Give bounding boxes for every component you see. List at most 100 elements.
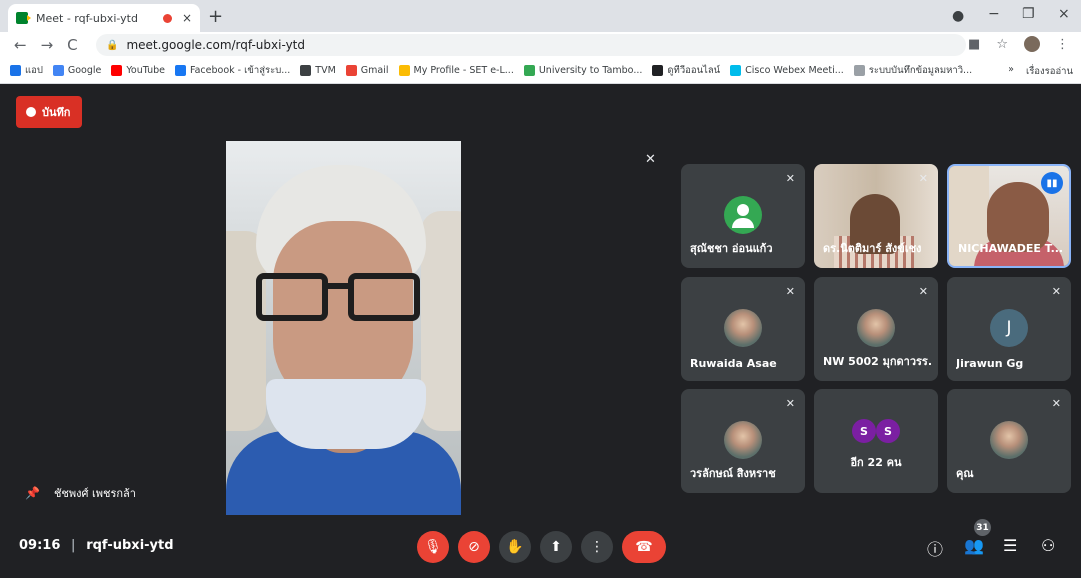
reading-list-button[interactable]: เรื่องรออ่าน (1026, 64, 1073, 79)
raise-hand-button[interactable]: ✋ (499, 531, 531, 563)
minimize-button[interactable]: − (988, 6, 1000, 22)
star-icon[interactable]: ☆ (996, 37, 1008, 52)
participant-avatar (857, 309, 895, 347)
leave-call-button[interactable]: ☎ (622, 531, 666, 563)
meeting-time: 09:16 (19, 538, 61, 553)
participant-tile[interactable]: S S อีก 22 คน (814, 389, 938, 493)
participant-tile[interactable]: คุณ ✕ (947, 389, 1071, 493)
hand-icon: ✋ (506, 539, 524, 555)
present-button[interactable]: ⬆ (540, 531, 572, 563)
pinned-name: ชัชพงศ์ เพชรกล้า (53, 487, 136, 500)
more-options-button[interactable]: ⋮ (581, 531, 613, 563)
mic-off-icon: ✕ (918, 285, 928, 298)
bookmarks-bar: แอป Google YouTube Facebook - เข้าสู่ระบ...… (0, 58, 1081, 84)
record-label: บันทึก (42, 106, 71, 119)
camera-toggle-button[interactable]: ⊘ (458, 531, 490, 563)
bookmark-icon (853, 65, 865, 76)
profile-avatar[interactable] (1024, 36, 1040, 52)
mic-off-icon: ✕ (1051, 285, 1061, 298)
meet-stage: บันทึก ✕ 📌 ชัชพงศ์ เพชรกล้า สุณัชชา อ่อน… (0, 84, 1081, 578)
participant-tile[interactable]: ดร.นิตติมาร์ สังข์เชง ✕ (814, 164, 938, 268)
more-participants-label: อีก 22 คน (850, 456, 902, 469)
restore-button[interactable]: ❐ (1022, 6, 1035, 22)
bookmark-item[interactable]: ระบบบันทึกข้อมูลมหาวิ... (853, 63, 973, 78)
new-tab-button[interactable]: + (208, 6, 223, 27)
participant-tile[interactable]: ▮▮ NICHAWADEE T... (947, 164, 1071, 268)
record-dot-icon (26, 107, 36, 117)
people-icon[interactable]: 👥 (964, 536, 984, 555)
bookmark-label: ดูทีวีออนไลน์ (667, 65, 721, 76)
activities-icon[interactable]: ⚇ (1041, 536, 1055, 555)
lock-icon: 🔒 (106, 39, 119, 51)
bookmark-item[interactable]: Google (52, 65, 101, 76)
bookmark-item[interactable]: My Profile - SET e-L... (398, 65, 514, 76)
participant-count-badge: 31 (974, 519, 991, 536)
camera-icon[interactable]: ■ (968, 37, 980, 52)
url-bar[interactable]: 🔒 meet.google.com/rqf-ubxi-ytd (96, 34, 966, 56)
speaking-indicator-icon: ▮▮ (1041, 172, 1063, 194)
address-bar-row: ← → C 🔒 meet.google.com/rqf-ubxi-ytd ■ ☆… (0, 32, 1081, 58)
close-window-button[interactable]: × (1058, 6, 1070, 22)
profile-dot-icon[interactable]: ● (952, 8, 964, 24)
back-icon[interactable]: ← (14, 36, 27, 54)
forward-icon[interactable]: → (41, 36, 54, 54)
bookmark-item[interactable]: Cisco Webex Meeti... (730, 65, 844, 76)
bookmark-label: แอป (25, 65, 43, 76)
participant-tile[interactable]: สุณัชชา อ่อนแก้ว ✕ (681, 164, 805, 268)
bookmark-icon (398, 65, 410, 76)
bookmark-item[interactable]: Gmail (345, 65, 389, 76)
participant-tile[interactable]: Ruwaida Asae ✕ (681, 277, 805, 381)
tab-close-icon[interactable]: × (182, 11, 192, 25)
bookmark-label: University to Tambo... (538, 65, 643, 76)
mic-off-icon: ✕ (918, 172, 928, 185)
url-text: meet.google.com/rqf-ubxi-ytd (126, 38, 305, 52)
meeting-details-icon[interactable]: ⓘ (927, 536, 943, 560)
mic-off-icon: 🎙 (424, 539, 442, 555)
bookmark-label: TVM (315, 65, 336, 76)
participant-name: Jirawun Gg (956, 357, 1024, 370)
pinned-participant-label: 📌 ชัชพงศ์ เพชรกล้า (25, 484, 136, 502)
participant-name: ดร.นิตติมาร์ สังข์เชง (823, 242, 922, 255)
reload-icon[interactable]: C (67, 36, 77, 54)
bookmark-label: My Profile - SET e-L... (413, 65, 514, 76)
participant-tile[interactable]: J Jirawun Gg ✕ (947, 277, 1071, 381)
bookmarks-more-button[interactable]: » (1008, 64, 1014, 79)
recording-indicator-icon (162, 13, 172, 23)
chat-icon[interactable]: ☰ (1003, 536, 1017, 555)
pinned-video[interactable] (226, 141, 461, 515)
meet-favicon-icon (16, 12, 31, 24)
more-icon: ⋮ (590, 539, 604, 555)
participant-tile[interactable]: วรลักษณ์ สิงหราช ✕ (681, 389, 805, 493)
tab-meet[interactable]: Meet - rqf-ubxi-ytd × (8, 4, 200, 32)
present-icon: ⬆ (550, 539, 562, 555)
bookmark-icon (111, 65, 123, 76)
bookmark-item[interactable]: ดูทีวีออนไลน์ (652, 63, 720, 78)
bookmark-item[interactable]: YouTube (111, 65, 165, 76)
participant-name: สุณัชชา อ่อนแก้ว (690, 242, 773, 255)
participant-avatar (990, 421, 1028, 459)
browser-tab-bar: Meet - rqf-ubxi-ytd × + ● − ❐ × (0, 0, 1081, 32)
mic-off-icon: ✕ (785, 172, 795, 185)
menu-kebab-icon[interactable]: ⋮ (1056, 37, 1069, 52)
tab-title: Meet - rqf-ubxi-ytd (36, 11, 138, 25)
bookmark-icon (175, 65, 187, 76)
mic-off-icon: ✕ (1051, 397, 1061, 410)
participant-name: NICHAWADEE T... (958, 242, 1064, 255)
bookmark-item[interactable]: แอป (10, 63, 43, 78)
participant-name: Ruwaida Asae (690, 357, 777, 370)
bookmark-item[interactable]: TVM (300, 65, 336, 76)
participant-avatar (724, 309, 762, 347)
bookmark-label: ระบบบันทึกข้อมูลมหาวิ... (868, 65, 973, 76)
mic-toggle-button[interactable]: 🎙 (417, 531, 449, 563)
end-call-icon: ☎ (635, 539, 653, 555)
bookmark-item[interactable]: University to Tambo... (523, 65, 643, 76)
bookmark-item[interactable]: Facebook - เข้าสู่ระบ... (175, 63, 290, 78)
letter-avatar: S (852, 419, 876, 443)
participant-tile[interactable]: NW 5002 มุกดาวรร... ✕ (814, 277, 938, 381)
bookmark-icon (345, 65, 357, 76)
mic-off-icon: ✕ (785, 397, 795, 410)
bookmark-icon (523, 65, 535, 76)
bookmark-label: Cisco Webex Meeti... (745, 65, 844, 76)
record-button[interactable]: บันทึก (16, 96, 82, 128)
pin-icon[interactable]: 📌 (25, 486, 40, 500)
